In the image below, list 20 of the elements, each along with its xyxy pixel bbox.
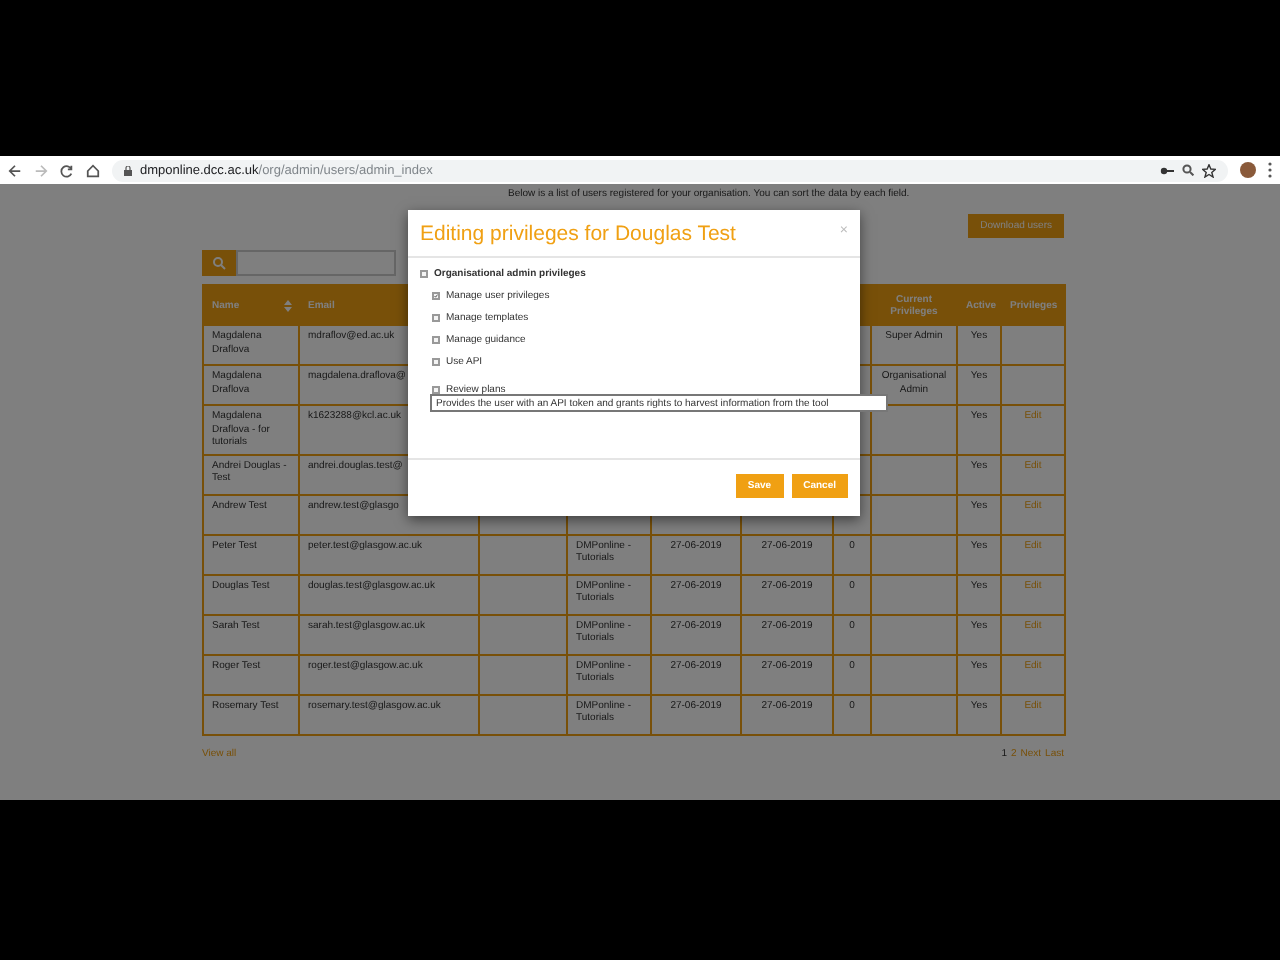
home-icon[interactable] bbox=[86, 163, 100, 177]
zoom-icon[interactable] bbox=[1182, 164, 1194, 176]
sort-icon[interactable] bbox=[284, 300, 292, 312]
search-button[interactable] bbox=[202, 250, 236, 276]
checkbox[interactable] bbox=[432, 336, 440, 344]
checkbox[interactable] bbox=[432, 358, 440, 366]
checkbox[interactable] bbox=[432, 386, 440, 394]
reload-icon[interactable] bbox=[60, 163, 74, 177]
search-field[interactable] bbox=[236, 250, 396, 276]
checkbox[interactable] bbox=[432, 314, 440, 322]
checkbox[interactable] bbox=[432, 292, 440, 300]
dialog-title: Editing privileges for Douglas Test bbox=[420, 222, 736, 246]
back-icon[interactable] bbox=[8, 163, 22, 177]
forward-icon[interactable] bbox=[34, 163, 48, 177]
search-icon bbox=[212, 256, 226, 270]
key-icon[interactable] bbox=[1160, 165, 1174, 175]
star-icon[interactable] bbox=[1202, 163, 1216, 177]
avatar-icon[interactable] bbox=[1240, 162, 1256, 178]
lock-icon bbox=[124, 165, 132, 175]
checkbox[interactable] bbox=[420, 270, 428, 278]
